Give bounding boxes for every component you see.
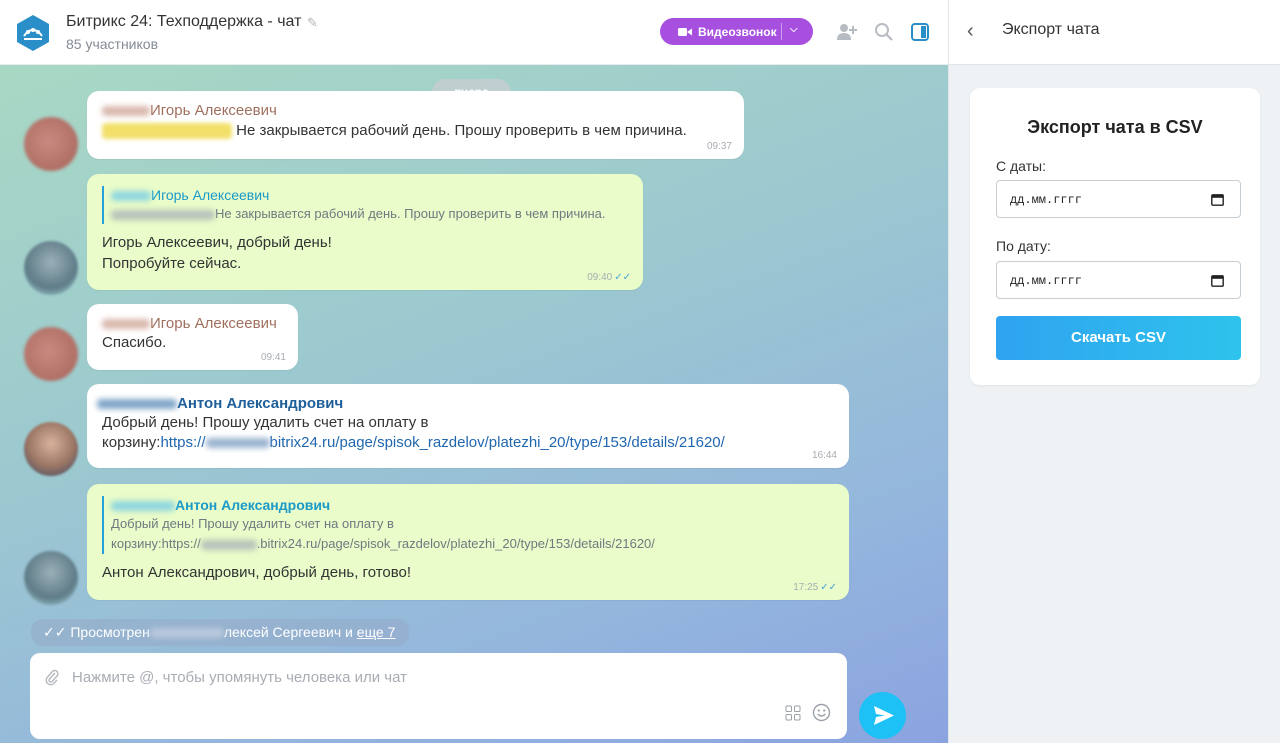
- message-line: Добрый день! Прошу удалить счет на оплат…: [102, 414, 429, 431]
- double-check-icon: ✓✓: [820, 582, 837, 593]
- message-text: Спасибо.: [102, 334, 167, 351]
- participants-count[interactable]: 85 участников: [66, 36, 158, 52]
- chevron-down-icon[interactable]: ⌵: [790, 24, 798, 35]
- message-author[interactable]: Игорь Алексеевич: [150, 315, 277, 332]
- paperclip-icon[interactable]: [45, 668, 59, 686]
- avatar[interactable]: [24, 327, 78, 381]
- avatar[interactable]: [24, 551, 78, 605]
- viewed-label: Просмотрен: [70, 624, 150, 640]
- quote-text: корзину:https://: [111, 536, 201, 551]
- message-bubble[interactable]: Игорь Алексеевич Не закрывается рабочий …: [87, 91, 744, 159]
- calendar-icon[interactable]: [1211, 193, 1224, 206]
- message-bubble[interactable]: Антон Александрович Добрый день! Прошу у…: [87, 484, 849, 600]
- avatar[interactable]: [24, 241, 78, 295]
- quote-text: Не закрывается рабочий день. Прошу прове…: [215, 206, 606, 221]
- quoted-message[interactable]: Антон Александрович Добрый день! Прошу у…: [102, 496, 837, 554]
- message-text: Антон Александрович, добрый день, готово…: [102, 564, 412, 581]
- link-part[interactable]: bitrix24.ru/page/spisok_razdelov/platezh…: [270, 434, 725, 451]
- message-line: корзину:: [102, 434, 161, 451]
- message-link[interactable]: https:// bitrix24.ru/page/spisok_razdelov…: [160, 434, 724, 451]
- export-panel-title: Экспорт чата: [1002, 21, 1100, 38]
- viewed-more-link[interactable]: еще 7: [357, 624, 396, 640]
- quote-author: Антон Александрович: [175, 497, 331, 513]
- chat-logo-icon: [17, 15, 49, 51]
- redacted-name: [97, 399, 177, 410]
- message-author[interactable]: Игорь Алексеевич: [150, 102, 277, 119]
- to-date-input[interactable]: дд.мм.гггг: [996, 261, 1241, 299]
- send-button[interactable]: [859, 692, 906, 739]
- export-csv-card: Экспорт чата в CSV С даты: дд.мм.гггг По…: [970, 88, 1260, 385]
- message-text: Не закрывается рабочий день. Прошу прове…: [236, 122, 687, 139]
- date-placeholder: дд.мм.гггг: [1010, 193, 1083, 207]
- quote-text: Добрый день! Прошу удалить счет на оплат…: [111, 516, 394, 531]
- video-call-button[interactable]: Видеозвонок ⌵: [660, 18, 813, 45]
- message-line: Попробуйте сейчас.: [102, 255, 242, 272]
- avatar[interactable]: [24, 117, 78, 171]
- redacted-domain: [205, 438, 270, 449]
- message-input[interactable]: [72, 665, 772, 689]
- double-check-icon: ✓✓: [43, 624, 67, 640]
- download-csv-button[interactable]: Скачать CSV: [996, 316, 1241, 360]
- to-date-label: По дату:: [996, 238, 1051, 254]
- quoted-message[interactable]: Игорь Алексеевич Не закрывается рабочий …: [102, 186, 632, 224]
- message-time: 09:41: [260, 352, 286, 363]
- chat-title[interactable]: Битрикс 24: Техподдержка - чат: [66, 13, 301, 31]
- redacted-domain: [200, 539, 257, 550]
- export-card-title: Экспорт чата в CSV: [1027, 117, 1203, 137]
- redacted-name: [111, 191, 151, 202]
- double-check-icon: ✓✓: [614, 272, 631, 283]
- smile-icon[interactable]: [812, 703, 831, 722]
- quote-text: .bitrix24.ru/page/spisok_razdelov/platez…: [256, 536, 655, 551]
- link-part[interactable]: https://: [160, 434, 205, 451]
- redacted-name: [102, 319, 150, 330]
- back-arrow-icon[interactable]: ‹: [967, 20, 974, 43]
- message-bubble[interactable]: Антон Александрович Добрый день! Прошу у…: [87, 384, 849, 468]
- export-panel: ‹ Экспорт чата Экспорт чата в CSV С даты…: [948, 0, 1280, 743]
- message-time: 09:37: [706, 141, 732, 152]
- date-placeholder: дд.мм.гггг: [1010, 274, 1083, 288]
- message-bubble[interactable]: Игорь Алексеевич Не закрывается рабочий …: [87, 174, 643, 290]
- message-time: 09:40: [587, 272, 613, 283]
- avatar[interactable]: [24, 422, 78, 476]
- redacted-mention: [102, 123, 232, 140]
- chat-message-area[interactable]: вчера Игорь Алексеевич Не закрывается ра…: [0, 65, 948, 743]
- redacted-name: [149, 628, 224, 639]
- video-call-divider: [781, 23, 782, 40]
- message-line: Игорь Алексеевич, добрый день!: [102, 234, 332, 251]
- redacted-name: [111, 209, 215, 220]
- from-date-label: С даты:: [996, 158, 1047, 174]
- sidebar-toggle-icon[interactable]: [909, 21, 931, 43]
- add-user-icon[interactable]: [836, 21, 858, 43]
- viewed-names: лексей Сергеевич и: [223, 624, 353, 640]
- send-icon: [874, 706, 894, 725]
- message-composer[interactable]: [30, 653, 847, 739]
- redacted-name: [102, 106, 150, 117]
- message-time: 17:25: [793, 582, 819, 593]
- video-camera-icon: [678, 27, 692, 36]
- search-icon[interactable]: [873, 21, 895, 43]
- video-call-label: Видеозвонок: [698, 24, 777, 39]
- chat-header: Битрикс 24: Техподдержка - чат ✎ 85 учас…: [0, 0, 948, 65]
- message-time: 16:44: [811, 450, 837, 461]
- from-date-input[interactable]: дд.мм.гггг: [996, 180, 1241, 218]
- message-author[interactable]: Антон Александрович: [177, 395, 343, 412]
- edit-title-icon[interactable]: ✎: [307, 15, 318, 31]
- message-bubble[interactable]: Игорь Алексеевич Спасибо. 09:41: [87, 304, 298, 370]
- apps-grid-icon[interactable]: [785, 705, 801, 721]
- calendar-icon[interactable]: [1211, 274, 1224, 287]
- redacted-name: [111, 501, 175, 512]
- export-panel-header: ‹ Экспорт чата: [949, 0, 1280, 65]
- quote-author: Игорь Алексеевич: [151, 187, 270, 203]
- viewed-by-indicator: ✓✓ Просмотрен лексей Сергеевич и еще 7: [31, 619, 410, 646]
